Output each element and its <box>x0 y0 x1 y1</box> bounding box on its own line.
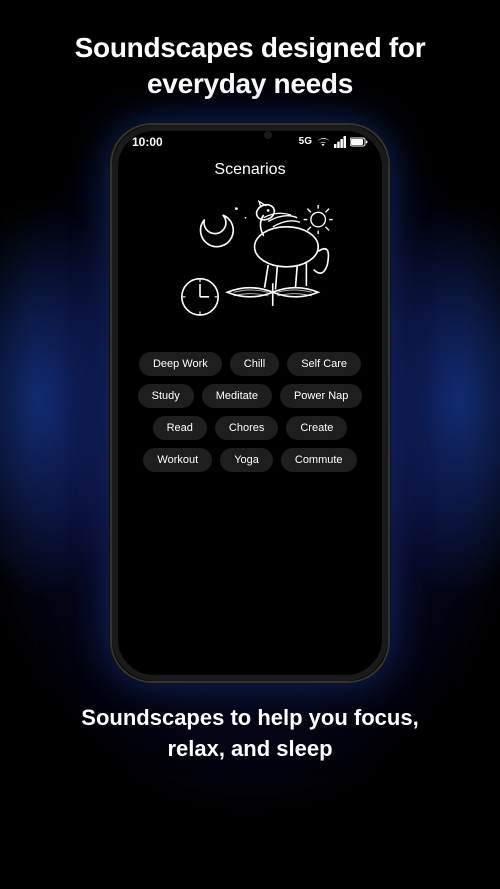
side-button-right <box>389 245 390 305</box>
phone-screen: 10:00 5G <box>112 125 388 681</box>
tag-self-care[interactable]: Self Care <box>287 352 361 376</box>
tag-power-nap[interactable]: Power Nap <box>280 384 362 408</box>
tag-study[interactable]: Study <box>138 384 194 408</box>
tags-row-4: Workout Yoga Commute <box>143 448 356 472</box>
status-icons: 5G <box>299 136 368 148</box>
side-button-left-2 <box>110 270 111 320</box>
tag-read[interactable]: Read <box>153 416 207 440</box>
tag-deep-work[interactable]: Deep Work <box>139 352 222 376</box>
tag-meditate[interactable]: Meditate <box>202 384 272 408</box>
camera-dot <box>264 131 272 139</box>
tag-chill[interactable]: Chill <box>230 352 279 376</box>
status-time: 10:00 <box>132 135 163 149</box>
side-button-left-3 <box>110 335 111 385</box>
phone-notch <box>210 125 290 145</box>
illustration <box>112 183 388 348</box>
scenarios-title: Scenarios <box>112 161 388 179</box>
tags-container: Deep Work Chill Self Care Study Meditate… <box>112 348 388 476</box>
tag-yoga[interactable]: Yoga <box>220 448 273 472</box>
wifi-icon <box>316 136 330 148</box>
battery-icon <box>350 137 368 147</box>
signal-icon <box>334 136 346 148</box>
scenarios-illustration <box>150 190 350 340</box>
tags-row-2: Study Meditate Power Nap <box>138 384 363 408</box>
phone-frame: 10:00 5G <box>110 123 390 683</box>
side-button-left-1 <box>110 225 111 255</box>
tag-chores[interactable]: Chores <box>215 416 278 440</box>
footer-text: Soundscapes to help you focus, relax, an… <box>0 683 500 785</box>
phone-wrapper: 10:00 5G <box>0 123 500 683</box>
tags-row-1: Deep Work Chill Self Care <box>139 352 361 376</box>
tag-workout[interactable]: Workout <box>143 448 212 472</box>
network-icon: 5G <box>299 136 312 147</box>
tags-row-3: Read Chores Create <box>153 416 348 440</box>
header-title: Soundscapes designed for everyday needs <box>0 0 500 123</box>
tag-commute[interactable]: Commute <box>281 448 357 472</box>
tag-create[interactable]: Create <box>286 416 347 440</box>
